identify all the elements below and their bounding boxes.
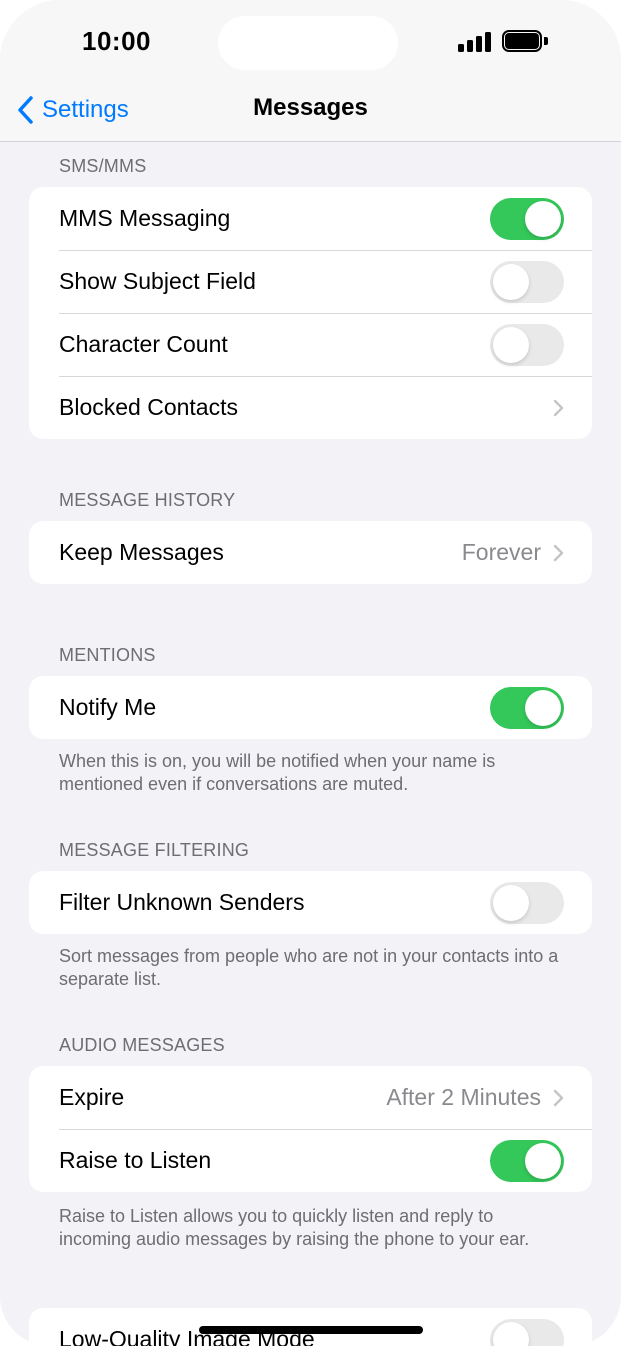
row-label: Show Subject Field xyxy=(59,268,256,294)
section-footer-audio: Raise to Listen allows you to quickly li… xyxy=(59,1206,530,1249)
row-label: Expire xyxy=(59,1084,125,1110)
row-character-count[interactable]: Character Count xyxy=(29,313,592,376)
row-value: After 2 Minutes xyxy=(386,1084,541,1110)
row-label: Keep Messages xyxy=(59,539,224,565)
mms-messaging-toggle[interactable] xyxy=(490,197,564,240)
row-raise-to-listen[interactable]: Raise to Listen xyxy=(29,1129,592,1192)
group-sms: MMS Messaging Show Subject Field Charact… xyxy=(29,187,592,439)
low-quality-image-mode-toggle[interactable] xyxy=(490,1318,564,1346)
row-label: Notify Me xyxy=(59,694,157,720)
chevron-right-icon xyxy=(553,1089,564,1106)
group-filtering: Filter Unknown Senders xyxy=(29,871,592,934)
section-footer-filtering: Sort messages from people who are not in… xyxy=(59,946,559,989)
row-label: Character Count xyxy=(59,331,228,357)
dynamic-island xyxy=(218,16,398,70)
section-header-filtering: MESSAGE FILTERING xyxy=(59,840,250,860)
row-label: Raise to Listen xyxy=(59,1147,212,1173)
page-title: Messages xyxy=(253,94,368,121)
row-show-subject-field[interactable]: Show Subject Field xyxy=(29,250,592,313)
show-subject-field-toggle[interactable] xyxy=(490,260,564,303)
status-time: 10:00 xyxy=(82,26,151,56)
settings-screen: 10:00 Settings Messages SMS/MMS MMS Mess… xyxy=(0,0,621,1346)
group-mentions: Notify Me xyxy=(29,676,592,739)
battery-icon xyxy=(502,30,548,52)
row-filter-unknown-senders[interactable]: Filter Unknown Senders xyxy=(29,871,592,934)
row-label: MMS Messaging xyxy=(59,205,231,231)
row-mms-messaging[interactable]: MMS Messaging xyxy=(29,187,592,250)
home-indicator[interactable] xyxy=(199,1326,423,1334)
row-keep-messages[interactable]: Keep Messages Forever xyxy=(29,521,592,584)
row-blocked-contacts[interactable]: Blocked Contacts xyxy=(29,376,592,439)
group-history: Keep Messages Forever xyxy=(29,521,592,584)
row-label: Filter Unknown Senders xyxy=(59,889,305,915)
row-notify-me[interactable]: Notify Me xyxy=(29,676,592,739)
row-value: Forever xyxy=(461,539,541,565)
notify-me-toggle[interactable] xyxy=(490,686,564,729)
section-header-history: MESSAGE HISTORY xyxy=(59,490,236,510)
chevron-right-icon xyxy=(553,399,564,416)
row-expire[interactable]: Expire After 2 Minutes xyxy=(29,1066,592,1129)
filter-unknown-senders-toggle[interactable] xyxy=(490,881,564,924)
character-count-toggle[interactable] xyxy=(490,323,564,366)
raise-to-listen-toggle[interactable] xyxy=(490,1139,564,1182)
navigation-bar: 10:00 Settings Messages xyxy=(0,0,621,142)
section-header-mentions: MENTIONS xyxy=(59,645,156,665)
group-audio: Expire After 2 Minutes Raise to Listen xyxy=(29,1066,592,1192)
row-label: Blocked Contacts xyxy=(59,394,238,420)
section-header-sms: SMS/MMS xyxy=(59,156,147,176)
cellular-signal-icon xyxy=(458,32,492,52)
section-footer-mentions: When this is on, you will be notified wh… xyxy=(59,751,496,794)
chevron-right-icon xyxy=(553,544,564,561)
section-header-audio: AUDIO MESSAGES xyxy=(59,1035,225,1055)
